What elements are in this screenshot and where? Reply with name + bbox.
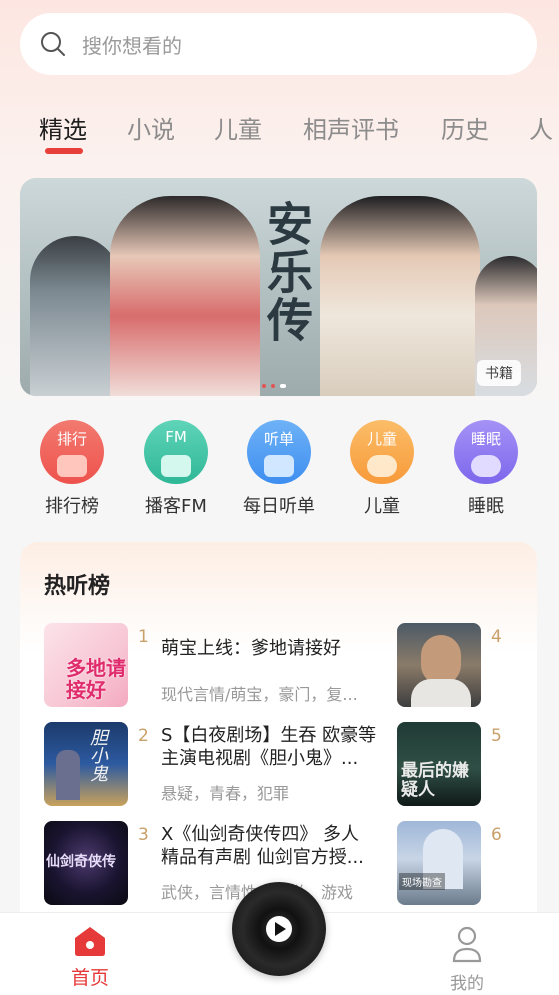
nav-me-label: 我的 xyxy=(450,974,484,994)
tab-more[interactable]: 人 xyxy=(529,110,553,145)
book-cover[interactable] xyxy=(397,623,481,707)
quick-entry-label: 儿童 xyxy=(364,496,400,517)
category-tabs: 精选 小说 儿童 相声评书 历史 人 xyxy=(0,110,559,160)
tab-crosstalk[interactable]: 相声评书 xyxy=(303,110,399,145)
nav-me[interactable]: 我的 xyxy=(437,925,497,994)
hot-list-row[interactable]: 多地请接好 1 萌宝上线：爹地请接好 现代言情/萌宝，豪门，复... 4 xyxy=(44,623,514,707)
book-title: X《仙剑奇侠传四》 多人精品有声剧 仙剑官方授... xyxy=(161,824,364,868)
tab-history[interactable]: 历史 xyxy=(441,110,489,145)
search-bar[interactable]: 搜你想看的 xyxy=(20,13,537,75)
quick-entry-ranking[interactable]: 排行 排行榜 xyxy=(22,420,122,518)
banner-figure-left xyxy=(30,236,120,396)
moon-icon: 睡眠 xyxy=(454,420,518,484)
ranking-icon: 排行 xyxy=(40,420,104,484)
featured-banner[interactable]: 安乐传 书籍 xyxy=(20,178,537,396)
book-cover[interactable]: 仙剑奇侠传 xyxy=(44,821,128,905)
child-icon: 儿童 xyxy=(350,420,414,484)
nav-home-label: 首页 xyxy=(70,967,109,989)
nav-home[interactable]: 首页 xyxy=(60,925,120,990)
book-title: S【白夜剧场】生吞 欧豪等主演电视剧《胆小鬼》... xyxy=(161,725,377,769)
rank-number: 4 xyxy=(491,627,502,647)
rank-number: 6 xyxy=(491,825,502,845)
book-cover[interactable]: 最后的嫌疑人 xyxy=(397,722,481,806)
hot-list-title: 热听榜 xyxy=(44,574,111,599)
rank-number: 5 xyxy=(491,726,502,746)
radio-icon: FM xyxy=(144,420,208,484)
hot-list-row[interactable]: 胆小鬼 2 S【白夜剧场】生吞 欧豪等主演电视剧《胆小鬼》... 悬疑，青春，犯… xyxy=(44,722,514,806)
search-placeholder: 搜你想看的 xyxy=(82,33,182,58)
quick-entry-fm[interactable]: FM 播客FM xyxy=(126,420,226,518)
quick-entry-label: 睡眠 xyxy=(468,496,504,517)
quick-entry-label: 每日听单 xyxy=(243,496,315,517)
book-title: 萌宝上线：爹地请接好 xyxy=(161,638,341,659)
book-tags: 现代言情/萌宝，豪门，复... xyxy=(161,685,358,704)
tab-featured[interactable]: 精选 xyxy=(39,110,87,145)
banner-figure-heroine xyxy=(110,196,260,396)
banner-dot xyxy=(271,384,275,388)
banner-dot-active xyxy=(280,384,286,388)
book-tags: 悬疑，青春，犯罪 xyxy=(161,784,290,803)
quick-entry-children[interactable]: 儿童 儿童 xyxy=(332,420,432,518)
banner-title: 安乐传 xyxy=(260,200,314,344)
banner-figure-hero xyxy=(320,196,480,396)
book-cover[interactable]: 多地请接好 xyxy=(44,623,128,707)
rank-number: 3 xyxy=(138,825,149,845)
play-icon[interactable] xyxy=(266,916,292,942)
rank-number: 2 xyxy=(138,726,149,746)
banner-badge: 书籍 xyxy=(477,360,521,386)
user-icon xyxy=(452,926,482,963)
banner-dot xyxy=(262,384,266,388)
quick-entries: 排行 排行榜 FM 播客FM 听单 每日听单 儿童 儿童 睡眠 睡眠 xyxy=(0,420,559,520)
quick-entry-label: 播客FM xyxy=(145,496,207,517)
quick-entry-playlist[interactable]: 听单 每日听单 xyxy=(229,420,329,518)
playlist-icon: 听单 xyxy=(247,420,311,484)
book-cover[interactable]: 现场勘查 xyxy=(397,821,481,905)
rank-number: 1 xyxy=(138,627,149,647)
banner-pagination xyxy=(262,384,286,388)
book-cover[interactable]: 胆小鬼 xyxy=(44,722,128,806)
quick-entry-label: 排行榜 xyxy=(45,496,99,517)
tab-novel[interactable]: 小说 xyxy=(127,110,175,145)
mini-player-disc[interactable] xyxy=(232,882,326,976)
search-icon xyxy=(41,32,65,56)
quick-entry-sleep[interactable]: 睡眠 睡眠 xyxy=(436,420,536,518)
home-icon xyxy=(75,927,105,956)
tab-active-indicator xyxy=(45,148,83,154)
tab-children[interactable]: 儿童 xyxy=(214,110,262,145)
